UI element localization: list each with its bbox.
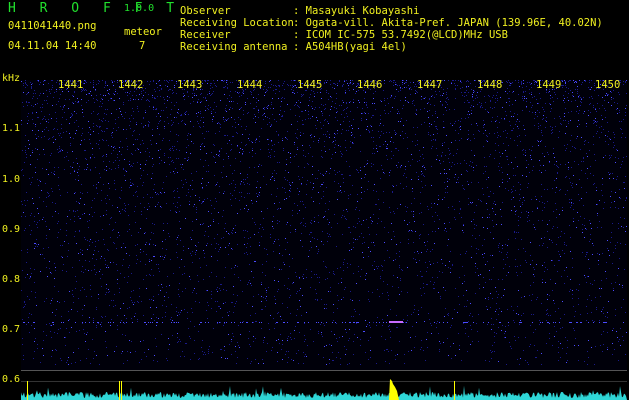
datetime-label: 04.11.04 14:40	[8, 40, 97, 52]
y-tick-0-6: 0.6	[2, 374, 21, 385]
spectrum-peak	[389, 379, 399, 400]
y-tick-1-0: 1.0	[2, 174, 21, 185]
noise-field	[21, 80, 627, 365]
y-axis-unit: kHz	[2, 73, 21, 84]
app-version: 1.0.0	[124, 3, 155, 14]
observer-label: Observer	[180, 5, 231, 17]
x-tick-1443: 1443	[177, 79, 203, 91]
spectrum-spike	[121, 381, 122, 400]
spectrum-spike	[119, 381, 120, 400]
meteor-count-label: meteor	[124, 26, 162, 38]
y-tick-1-1: 1.1	[2, 123, 21, 134]
noise-bright-dots	[21, 80, 627, 365]
image-filename: 0411041440.png	[8, 20, 97, 32]
spectrum-trace	[21, 379, 627, 400]
x-tick-1444: 1444	[237, 79, 263, 91]
x-tick-1445: 1445	[297, 79, 323, 91]
meteor-count-value: 7	[139, 40, 146, 52]
antenna-label: Receiving antenna	[180, 41, 288, 53]
x-tick-1447: 1447	[417, 79, 443, 91]
location-value: : Ogata-vill. Akita-Pref. JAPAN (139.96E…	[293, 17, 603, 29]
meteor-echo	[389, 321, 403, 323]
x-tick-1446: 1446	[357, 79, 383, 91]
y-tick-0-8: 0.8	[2, 274, 21, 285]
spectrogram-waterfall	[21, 80, 627, 370]
spectrum-fill	[21, 385, 627, 400]
x-tick-1450: 1450	[595, 79, 621, 91]
spectrum-spike	[454, 381, 455, 400]
signal-line-dots	[23, 322, 624, 323]
y-tick-0-9: 0.9	[2, 224, 21, 235]
observer-value: : Masayuki Kobayashi	[293, 5, 420, 17]
header-panel: H R O F F T 1.0.0 0411041440.png 04.11.0…	[0, 0, 629, 78]
receiver-label: Receiver	[180, 29, 231, 41]
x-tick-1449: 1449	[536, 79, 562, 91]
y-tick-0-7: 0.7	[2, 324, 21, 335]
spectrum-spike	[27, 381, 28, 400]
x-tick-1441: 1441	[58, 79, 84, 91]
antenna-value: : A504HB(yagi 4el)	[293, 41, 407, 53]
noise-dim-dots	[21, 80, 627, 365]
receiver-value: : ICOM IC-575 53.7492(@LCD)MHz USB	[293, 29, 508, 41]
x-tick-1448: 1448	[477, 79, 503, 91]
location-label: Receiving Location	[180, 17, 294, 29]
x-tick-1442: 1442	[118, 79, 144, 91]
app-title: H R O F F T	[8, 1, 183, 16]
